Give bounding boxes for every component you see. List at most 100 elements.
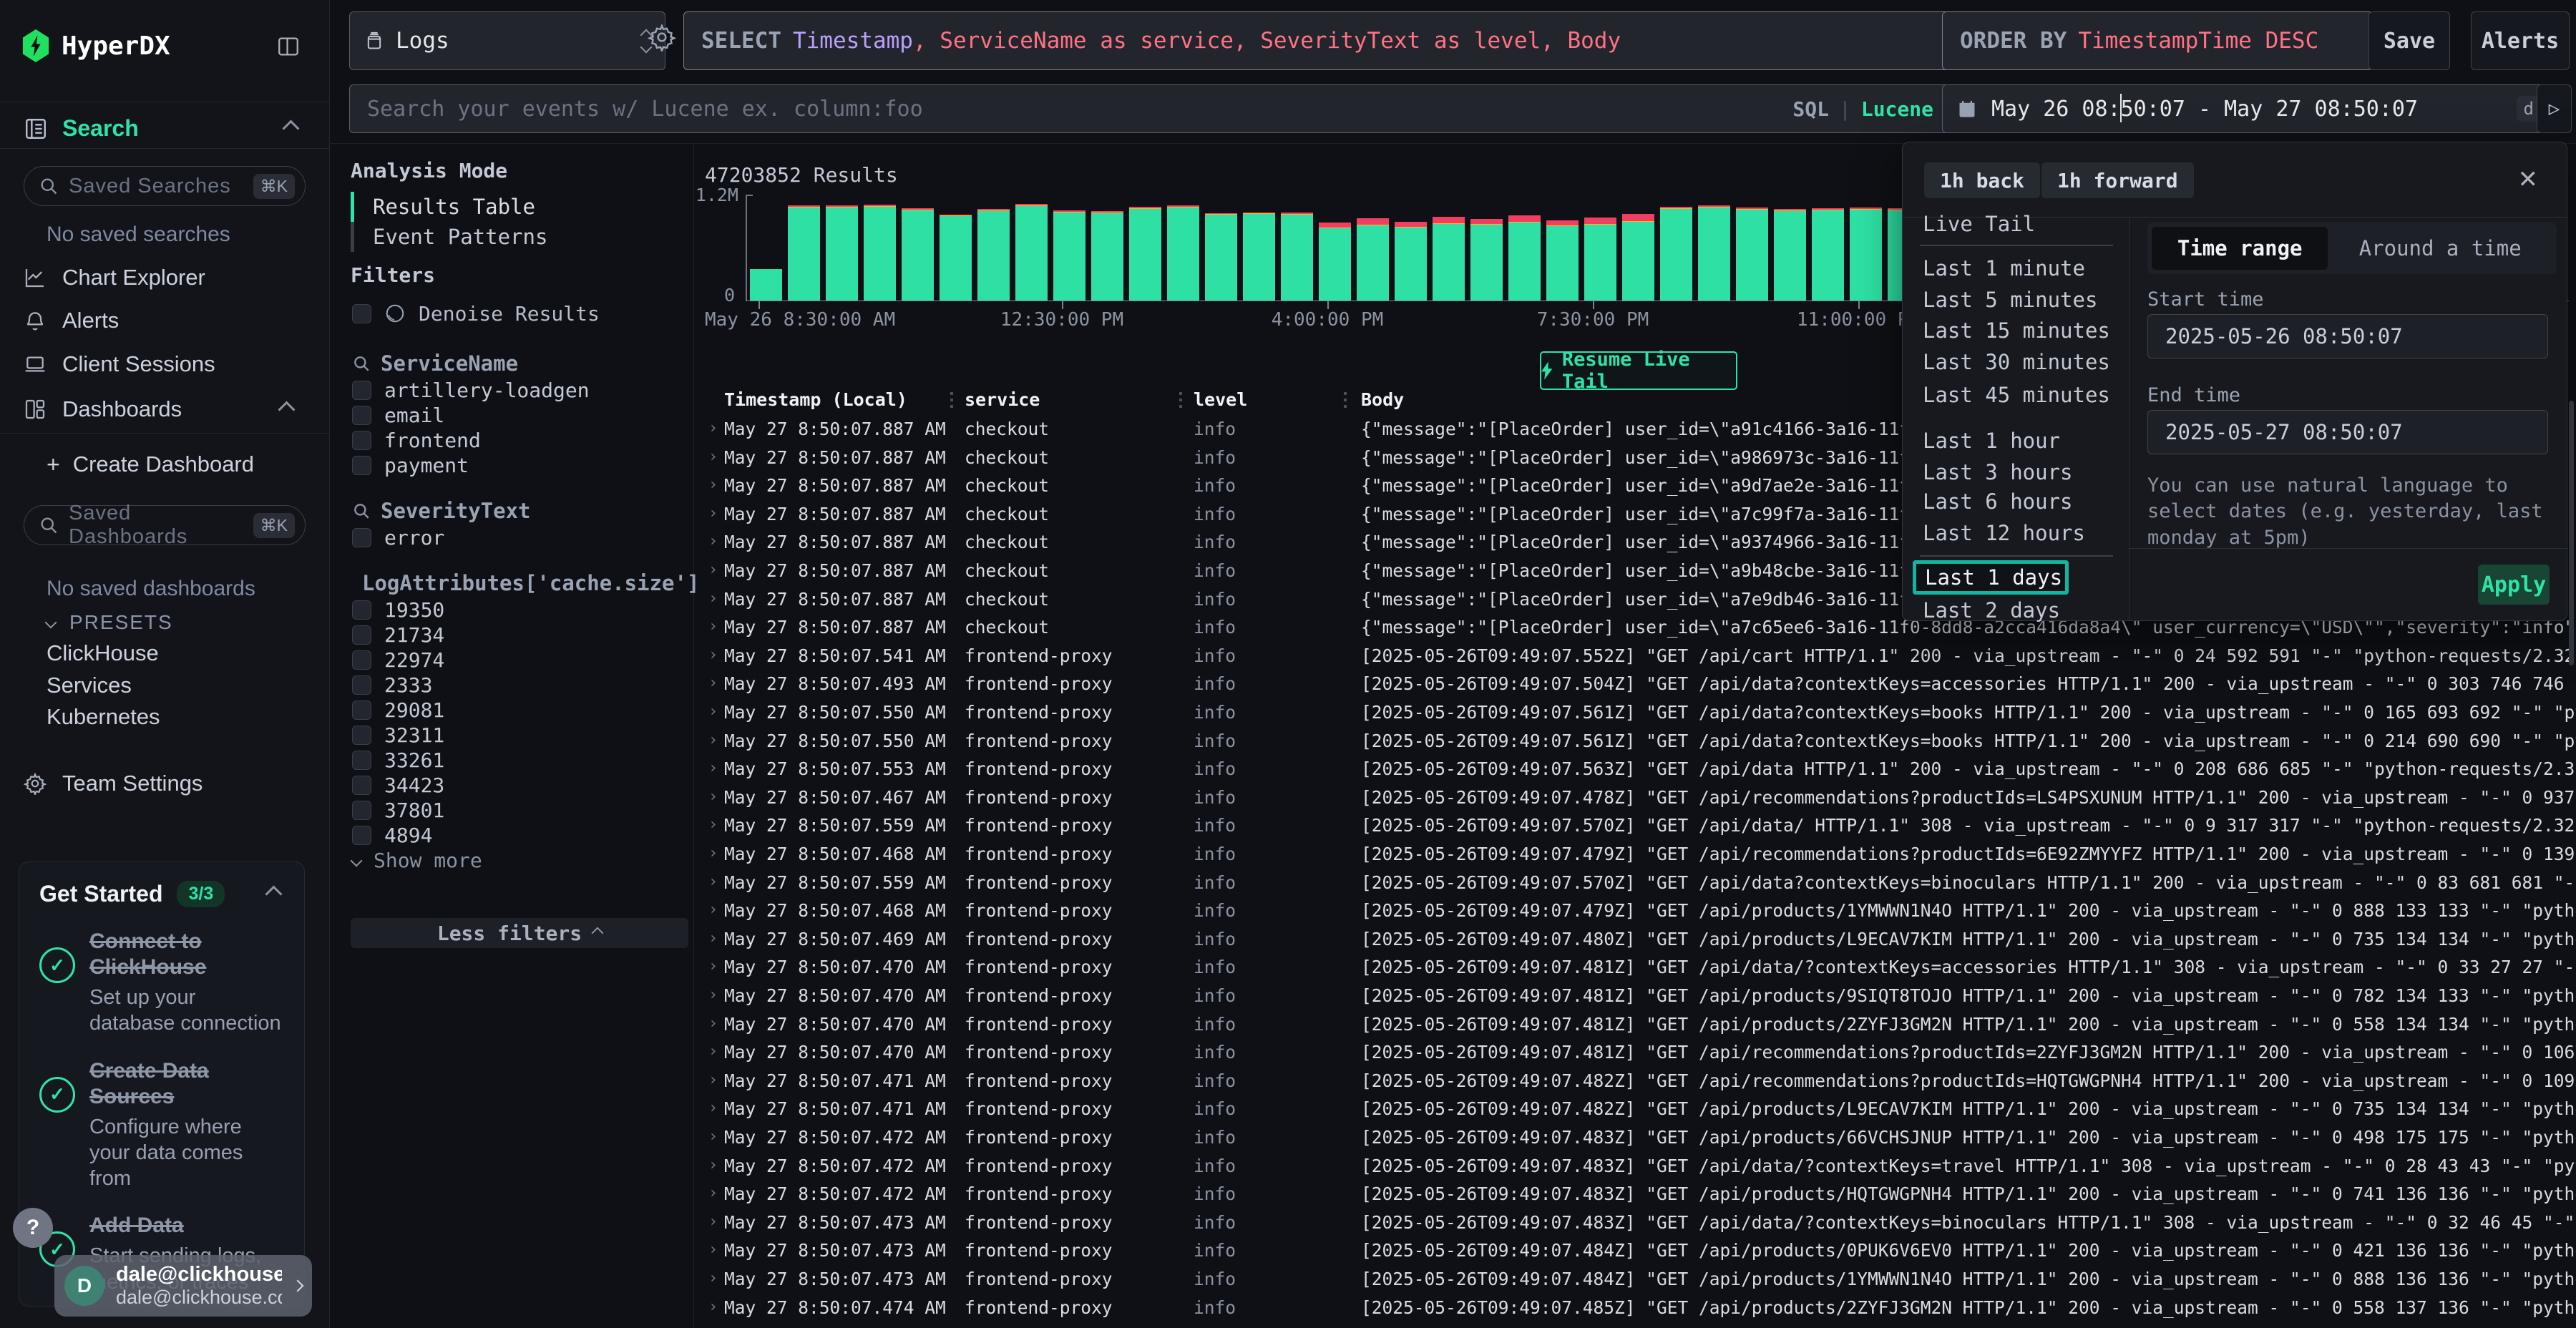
histogram-bar[interactable] bbox=[1395, 222, 1427, 301]
row-expand-chevron-icon[interactable]: › bbox=[708, 590, 718, 607]
end-time-input[interactable]: 2025-05-27 08:50:07 bbox=[2147, 410, 2548, 454]
sidebar-item-search[interactable]: Search bbox=[24, 109, 310, 148]
row-expand-chevron-icon[interactable]: › bbox=[708, 1156, 718, 1174]
time-preset-last-12-hours[interactable]: Last 12 hours bbox=[1903, 519, 2124, 547]
tab-around-a-time[interactable]: Around a time bbox=[2328, 227, 2552, 270]
histogram-bar[interactable] bbox=[1319, 223, 1351, 301]
filter-option[interactable]: artillery-loadgen bbox=[352, 378, 674, 403]
histogram-bar[interactable] bbox=[1508, 215, 1541, 301]
checkbox[interactable] bbox=[352, 751, 371, 770]
time-preset-last-1-minute[interactable]: Last 1 minute bbox=[1903, 254, 2124, 283]
checkbox[interactable] bbox=[352, 406, 371, 425]
table-row[interactable]: ›May 27 8:50:07.559 AMfrontend-proxyinfo… bbox=[705, 810, 2576, 839]
save-button[interactable]: Save bbox=[2368, 11, 2450, 70]
column-resize-handle[interactable] bbox=[950, 392, 953, 409]
help-button[interactable]: ? bbox=[13, 1208, 53, 1248]
filter-option[interactable]: 32311 bbox=[352, 723, 674, 748]
histogram-bar[interactable] bbox=[788, 205, 820, 301]
histogram-bar[interactable] bbox=[826, 205, 858, 301]
histogram-bar[interactable] bbox=[1660, 207, 1692, 301]
table-row[interactable]: ›May 27 8:50:07.471 AMfrontend-proxyinfo… bbox=[705, 1093, 2576, 1122]
lucene-search-input[interactable]: Search your events w/ Lucene ex. column:… bbox=[349, 84, 1951, 133]
show-more-button[interactable]: Show more bbox=[352, 848, 674, 873]
row-expand-chevron-icon[interactable]: › bbox=[708, 448, 718, 466]
row-expand-chevron-icon[interactable]: › bbox=[708, 476, 718, 494]
checkbox[interactable] bbox=[352, 304, 371, 323]
checkbox[interactable] bbox=[352, 528, 371, 547]
sidebar-preset-clickhouse[interactable]: ClickHouse bbox=[47, 639, 159, 668]
sidebar-collapse-icon[interactable] bbox=[276, 34, 301, 59]
denoise-results-filter[interactable]: Denoise Results bbox=[352, 296, 674, 331]
time-preset-last-5-minutes[interactable]: Last 5 minutes bbox=[1903, 285, 2124, 314]
table-row[interactable]: ›May 27 8:50:07.468 AMfrontend-proxyinfo… bbox=[705, 839, 2576, 867]
checkbox[interactable] bbox=[352, 650, 371, 670]
filter-option[interactable]: frontend bbox=[352, 428, 674, 453]
sidebar-item-chart-explorer[interactable]: Chart Explorer bbox=[24, 262, 310, 293]
sidebar-item-team-settings[interactable]: Team Settings bbox=[24, 768, 203, 799]
row-expand-chevron-icon[interactable]: › bbox=[708, 957, 718, 975]
checkbox[interactable] bbox=[352, 600, 371, 620]
time-preset-last-3-hours[interactable]: Last 3 hours bbox=[1903, 458, 2124, 487]
filter-option[interactable]: 2333 bbox=[352, 673, 674, 698]
checkbox[interactable] bbox=[352, 675, 371, 695]
row-expand-chevron-icon[interactable]: › bbox=[708, 703, 718, 721]
sidebar-item-alerts[interactable]: Alerts bbox=[24, 305, 310, 336]
time-preset-last-1-hour[interactable]: Last 1 hour bbox=[1903, 426, 2124, 455]
row-expand-chevron-icon[interactable]: › bbox=[708, 1128, 718, 1146]
select-query-input[interactable]: SELECT Timestamp , ServiceName as servic… bbox=[683, 11, 1951, 70]
column-resize-handle[interactable] bbox=[1179, 392, 1182, 409]
checkbox[interactable] bbox=[352, 776, 371, 795]
sql-mode-toggle[interactable]: SQL bbox=[1792, 97, 1829, 121]
shift-1h-forward-button[interactable]: 1h forward bbox=[2041, 162, 2194, 198]
row-expand-chevron-icon[interactable]: › bbox=[708, 1071, 718, 1089]
table-row[interactable]: ›May 27 8:50:07.550 AMfrontend-proxyinfo… bbox=[705, 697, 2576, 726]
filter-option[interactable]: 34423 bbox=[352, 773, 674, 798]
row-expand-chevron-icon[interactable]: › bbox=[708, 1241, 718, 1259]
sidebar-item-client-sessions[interactable]: Client Sessions bbox=[24, 348, 310, 380]
row-expand-chevron-icon[interactable]: › bbox=[708, 646, 718, 664]
histogram-bar[interactable] bbox=[977, 209, 1010, 301]
create-dashboard-button[interactable]: + Create Dashboard bbox=[47, 449, 254, 480]
table-row[interactable]: ›May 27 8:50:07.467 AMfrontend-proxyinfo… bbox=[705, 782, 2576, 811]
row-expand-chevron-icon[interactable]: › bbox=[708, 419, 718, 437]
table-row[interactable]: ›May 27 8:50:07.541 AMfrontend-proxyinfo… bbox=[705, 640, 2576, 669]
time-preset-live-tail[interactable]: Live Tail bbox=[1903, 210, 2124, 238]
time-preset-last-45-minutes[interactable]: Last 45 minutes bbox=[1903, 381, 2124, 409]
table-row[interactable]: ›May 27 8:50:07.468 AMfrontend-proxyinfo… bbox=[705, 895, 2576, 924]
histogram-bar[interactable] bbox=[1357, 218, 1389, 301]
tab-time-range[interactable]: Time range bbox=[2152, 227, 2328, 270]
table-row[interactable]: ›May 27 8:50:07.472 AMfrontend-proxyinfo… bbox=[705, 1178, 2576, 1207]
histogram-bar[interactable] bbox=[1205, 213, 1237, 301]
alerts-button[interactable]: Alerts bbox=[2471, 11, 2570, 70]
histogram-bar[interactable] bbox=[1736, 208, 1768, 301]
get-started-item[interactable]: ✓Connect to ClickHouseSet up your databa… bbox=[39, 929, 284, 1037]
row-expand-chevron-icon[interactable]: › bbox=[708, 873, 718, 891]
sidebar-preset-kubernetes[interactable]: Kubernetes bbox=[47, 703, 160, 731]
filter-option[interactable]: 21734 bbox=[352, 622, 674, 648]
table-row[interactable]: ›May 27 8:50:07.470 AMfrontend-proxyinfo… bbox=[705, 980, 2576, 1009]
table-row[interactable]: ›May 27 8:50:07.469 AMfrontend-proxyinfo… bbox=[705, 924, 2576, 952]
checkbox[interactable] bbox=[352, 381, 371, 400]
results-histogram[interactable] bbox=[750, 195, 1931, 301]
table-row[interactable]: ›May 27 8:50:07.470 AMfrontend-proxyinfo… bbox=[705, 1037, 2576, 1065]
scrollbar[interactable] bbox=[2569, 401, 2574, 665]
checkbox[interactable] bbox=[352, 625, 371, 645]
histogram-bar[interactable] bbox=[1091, 211, 1123, 301]
histogram-bar[interactable] bbox=[1812, 208, 1844, 301]
row-expand-chevron-icon[interactable]: › bbox=[708, 788, 718, 806]
time-preset-last-15-minutes[interactable]: Last 15 minutes bbox=[1903, 316, 2124, 345]
start-time-input[interactable]: 2025-05-26 08:50:07 bbox=[2147, 314, 2548, 358]
histogram-bar[interactable] bbox=[1698, 205, 1730, 301]
row-expand-chevron-icon[interactable]: › bbox=[708, 1269, 718, 1287]
sidebar-item-dashboards[interactable]: Dashboards bbox=[24, 394, 306, 425]
histogram-bar[interactable] bbox=[1281, 213, 1313, 301]
row-expand-chevron-icon[interactable]: › bbox=[708, 759, 718, 777]
row-expand-chevron-icon[interactable]: › bbox=[708, 674, 718, 692]
checkbox[interactable] bbox=[352, 456, 371, 475]
order-by-input[interactable]: ORDER BY TimestampTime DESC bbox=[1942, 11, 2373, 70]
filter-option[interactable]: 4894 bbox=[352, 823, 674, 848]
user-account-chip[interactable]: D dale@clickhouse.com dale@clickhouse.co… bbox=[54, 1255, 312, 1317]
filter-option[interactable]: 19350 bbox=[352, 597, 674, 622]
histogram-bar[interactable] bbox=[864, 205, 896, 301]
table-row[interactable]: ›May 27 8:50:07.474 AMfrontend-proxyinfo… bbox=[705, 1292, 2576, 1321]
